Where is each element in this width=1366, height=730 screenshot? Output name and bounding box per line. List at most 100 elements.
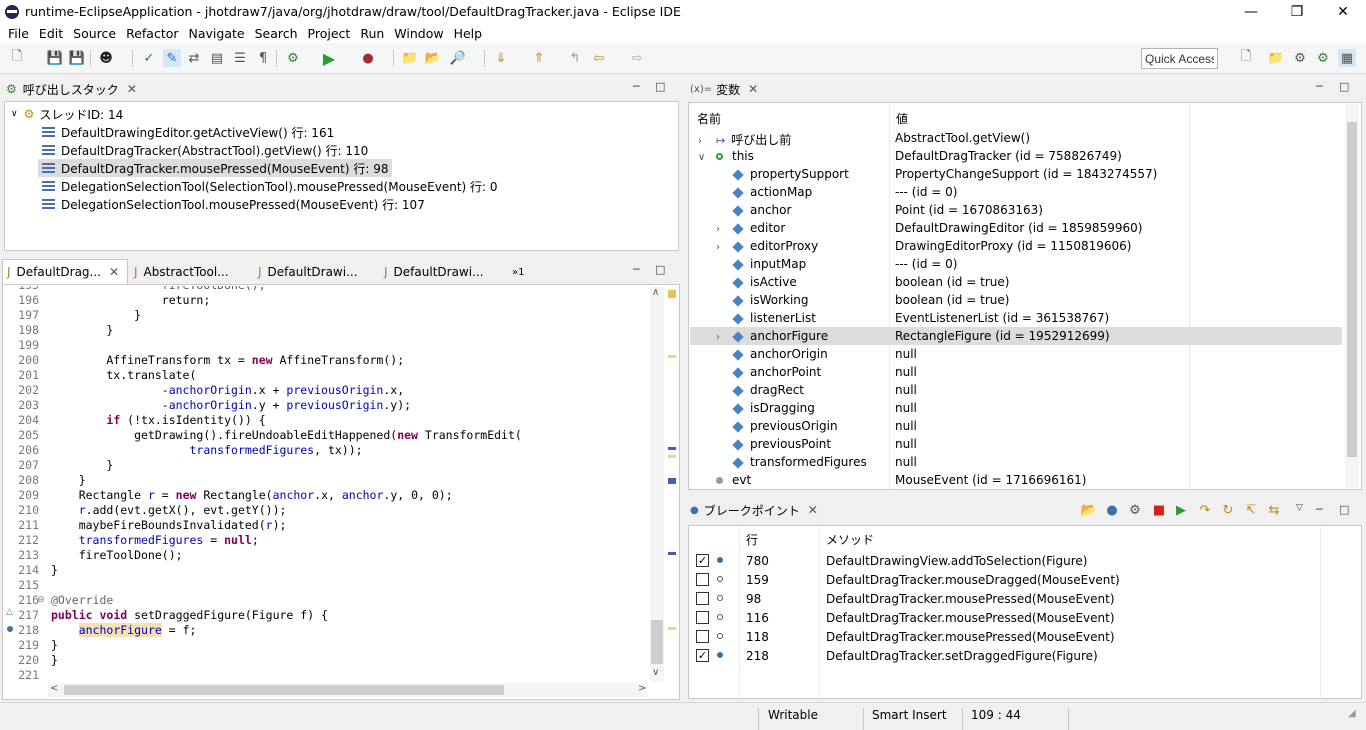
terminate-icon[interactable]: ■ [1150,501,1168,519]
chevron-down-icon[interactable]: ∨ [652,667,659,678]
settings-icon[interactable]: ⚙ [1126,501,1144,519]
close-icon[interactable]: ✕ [127,82,137,96]
minimize-icon[interactable]: ─ [633,80,640,93]
variable-row[interactable]: isDragging null [690,399,1342,417]
variable-row[interactable]: inputMap --- (id = 0) [690,255,1342,273]
chevron-down-icon[interactable]: ∨ [698,152,716,163]
menu-edit[interactable]: Edit [34,26,68,41]
chevron-left-icon[interactable]: < [50,683,58,694]
thread-node[interactable]: ∨ ⚙ スレッドID: 14 [11,105,123,123]
breakpoint-row[interactable]: ✓ 218 DefaultDragTracker.setDraggedFigure(… [690,646,1350,665]
menu-help[interactable]: Help [449,26,488,41]
variable-row[interactable]: previousPoint null [690,435,1342,453]
variable-row[interactable]: › editorProxy DrawingEditorProxy (id = 115… [690,237,1342,255]
variable-row[interactable]: anchor Point (id = 1670863163) [690,201,1342,219]
open-task-icon[interactable]: 📂 [424,49,442,67]
maximize-icon[interactable]: □ [1339,503,1349,516]
variable-row[interactable]: anchorOrigin null [690,345,1342,363]
resize-grip-icon[interactable]: ◢ [1348,708,1356,719]
menu-source[interactable]: Source [68,26,121,41]
variable-row[interactable]: listenerList EventListenerList (id = 3615… [690,309,1342,327]
chevron-down-icon[interactable]: ∨ [11,109,18,119]
stack-frame[interactable]: DefaultDrawingEditor.getActiveView() 行: … [42,123,334,141]
breakpoint-enabled-checkbox[interactable] [696,611,709,624]
close-icon[interactable]: ✕ [748,82,758,96]
restore-icon[interactable]: ❐ [1274,0,1320,23]
stack-frame[interactable]: DefaultDragTracker(AbstractTool).getView… [42,141,368,159]
variable-row[interactable]: isWorking boolean (id = true) [690,291,1342,309]
new-icon[interactable]: 🗋 [8,49,26,67]
close-icon[interactable]: ✕ [808,503,818,517]
java-perspective-icon[interactable]: 📁 [1267,49,1285,67]
step-into-icon[interactable]: ↷ [1196,501,1214,519]
chevron-right-icon[interactable]: › [716,224,734,235]
block-selection-icon[interactable]: ⇄ [185,49,203,67]
open-folder-icon[interactable]: 📂 [1080,501,1098,519]
maximize-icon[interactable]: □ [655,80,665,93]
stack-frame[interactable]: DelegationSelectionTool(SelectionTool).m… [42,177,498,195]
forward-icon[interactable]: ⇨ [628,49,646,67]
breakpoint-row[interactable]: 116 DefaultDragTracker.mousePressed(Mouse… [690,608,1350,627]
variable-row[interactable]: transformedFigures null [690,453,1342,471]
variable-row[interactable]: dragRect null [690,381,1342,399]
vertical-scrollbar[interactable]: ∧ ∨ [650,287,664,682]
variable-row[interactable]: › ↦ 呼び出し前 AbstractTool.getView() [690,129,1342,147]
show-whitespace-icon[interactable]: ☰ [231,49,249,67]
menu-navigate[interactable]: Navigate [184,26,250,41]
code-editor[interactable]: 195 fireToolDone(); 196 return;197 }198 … [5,286,651,682]
chevron-right-icon[interactable]: › [698,136,716,147]
minimize-icon[interactable]: ─ [1316,80,1323,93]
variable-row[interactable]: propertySupport PropertyChangeSupport (id… [690,165,1342,183]
variable-row[interactable]: isActive boolean (id = true) [690,273,1342,291]
breakpoint-row[interactable]: 118 DefaultDragTracker.mousePressed(Mouse… [690,627,1350,646]
skip-breakpoints-icon[interactable]: ✓ [140,49,158,67]
tab-abstracttool[interactable]: J AbstractTool... [134,260,229,284]
horizontal-scrollbar[interactable]: < > [48,683,648,697]
layout-perspective-icon[interactable]: ▦ [1338,49,1356,67]
scrollbar-thumb[interactable] [651,620,663,664]
variable-row[interactable]: anchorPoint null [690,363,1342,381]
breakpoint-row[interactable]: 159 DefaultDragTracker.mouseDragged(Mouse… [690,570,1350,589]
external-tools-icon[interactable]: ● [359,49,377,67]
pilcrow-icon[interactable]: ¶ [254,49,272,67]
maximize-icon[interactable]: □ [1339,80,1349,93]
open-type-icon[interactable]: 📁 [401,49,419,67]
add-breakpoint-icon[interactable]: ● [1103,501,1121,519]
column-header-line[interactable]: 行 [746,531,758,548]
open-perspective-icon[interactable]: 🗋 [1237,49,1255,67]
close-icon[interactable]: ✕ [1320,0,1366,23]
close-icon[interactable]: ✕ [109,265,119,279]
menu-project[interactable]: Project [303,26,356,41]
variable-row[interactable]: previousOrigin null [690,417,1342,435]
team-perspective-icon[interactable]: ⚙ [1291,49,1309,67]
scrollbar-thumb[interactable] [1347,122,1357,457]
view-menu-icon[interactable]: ▽ [1296,503,1303,513]
step-over-icon[interactable]: ↻ [1219,501,1237,519]
run-icon[interactable]: ▶ [320,49,338,68]
step-return-icon[interactable]: ↸ [1242,501,1260,519]
tab-defaultdrawingview[interactable]: J DefaultDrawi... [384,260,484,284]
breakpoint-marker-icon[interactable] [7,626,13,632]
breakpoint-enabled-checkbox[interactable] [696,630,709,643]
minimize-icon[interactable]: ─ [633,263,640,276]
menu-file[interactable]: File [3,26,34,41]
quick-access-input[interactable] [1141,48,1218,69]
chevron-right-icon[interactable]: > [638,683,646,694]
next-annotation-icon[interactable]: ⇓ [492,49,510,67]
chevron-right-icon[interactable]: › [716,332,734,343]
fold-toggle-icon[interactable]: ⊖ [37,595,45,605]
breakpoint-enabled-checkbox[interactable] [696,573,709,586]
tab-overflow[interactable]: »1 [512,260,524,284]
debug-icon[interactable]: ⚙ [284,49,302,67]
search-icon[interactable]: 🔎 [449,49,467,67]
tab-defaultdragtracker[interactable]: J DefaultDrag... ✕ [7,260,119,284]
breakpoint-row[interactable]: ✓ 780 DefaultDrawingView.addToSelection(Fi… [690,551,1350,570]
menu-refactor[interactable]: Refactor [121,26,183,41]
chevron-right-icon[interactable]: › [716,242,734,253]
scrollbar-thumb[interactable] [64,685,504,695]
maximize-icon[interactable]: □ [655,263,665,276]
minimize-icon[interactable]: — [1228,0,1274,23]
variable-row[interactable]: actionMap --- (id = 0) [690,183,1342,201]
breakpoint-enabled-checkbox[interactable]: ✓ [696,554,709,567]
column-header-value[interactable]: 値 [896,110,908,127]
